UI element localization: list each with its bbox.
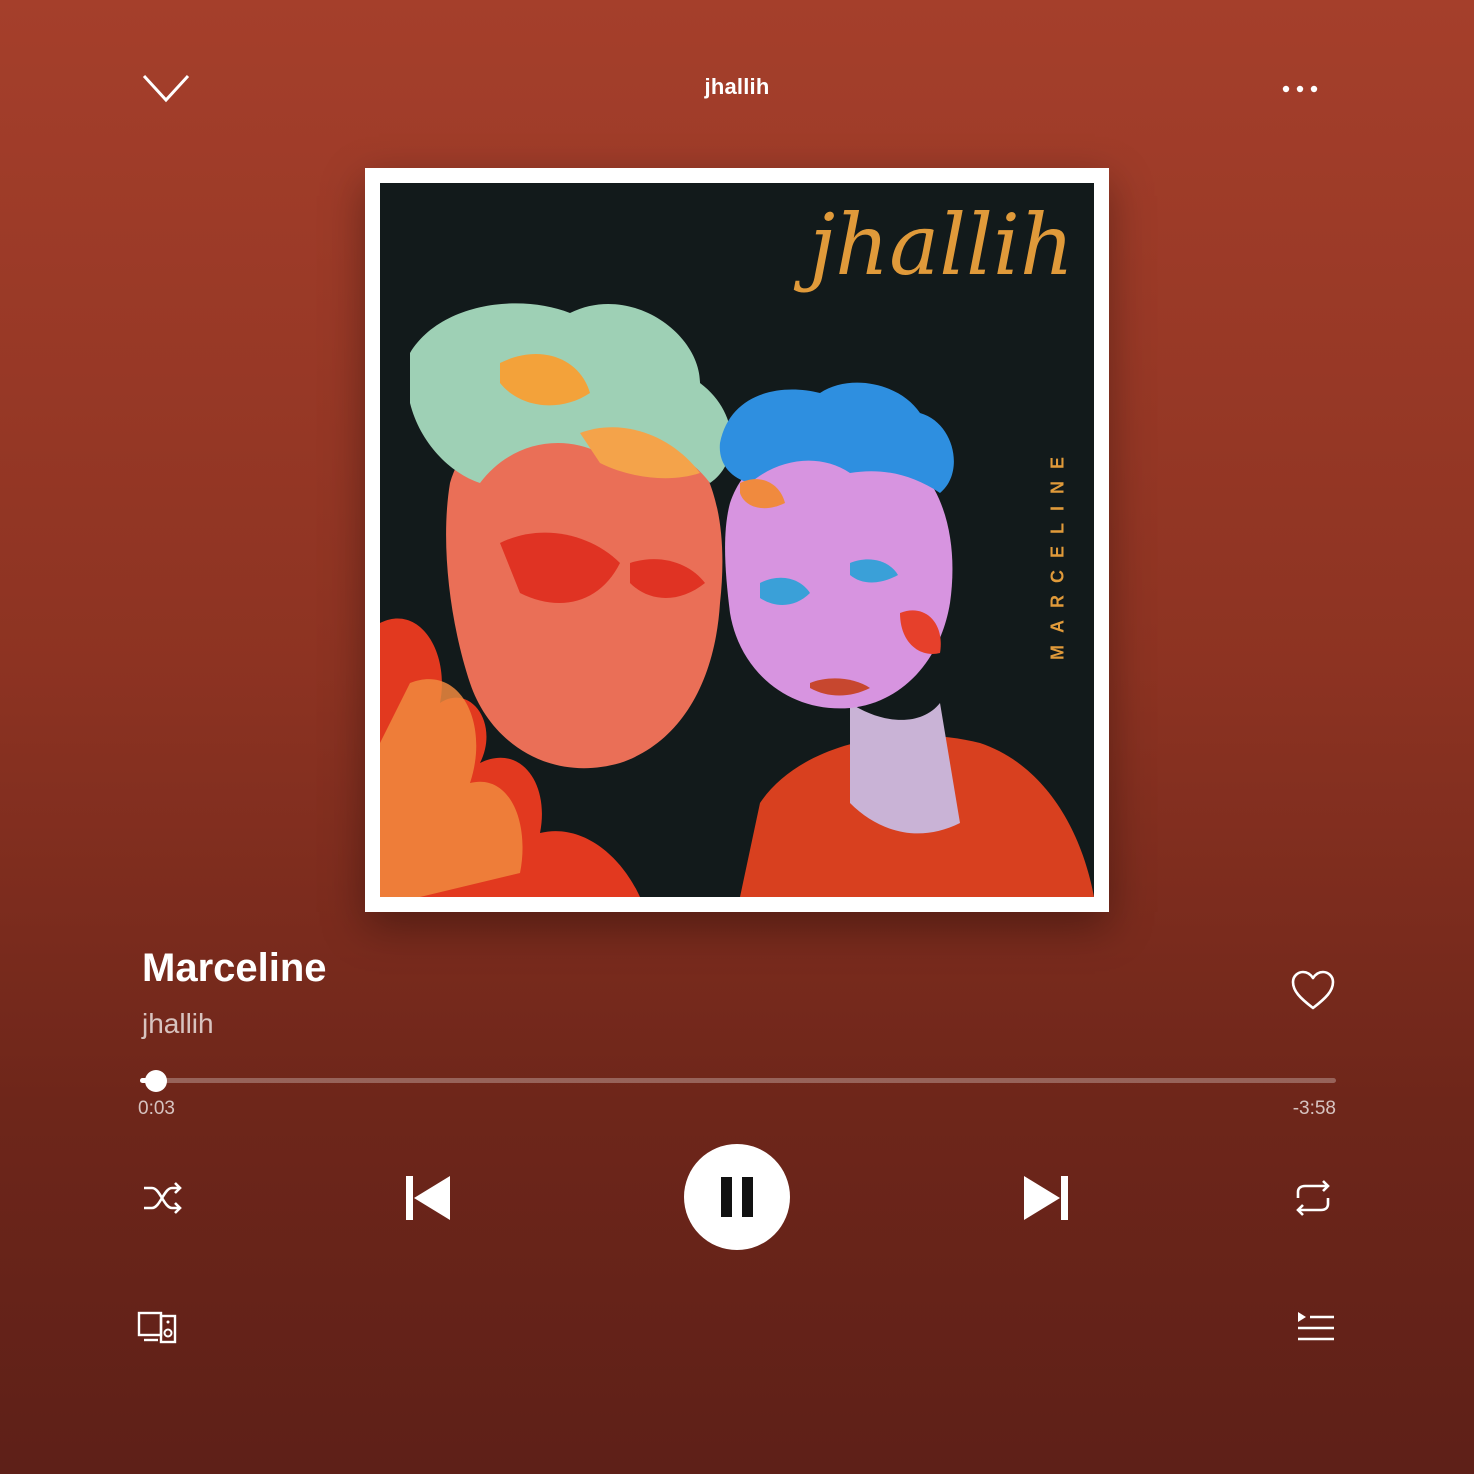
pause-icon xyxy=(721,1177,753,1217)
shuffle-icon[interactable] xyxy=(140,1176,184,1220)
album-art-frame: jhallih MARCELINE xyxy=(365,168,1109,912)
album-art-vertical-title: MARCELINE xyxy=(1047,445,1068,661)
connect-devices-icon[interactable] xyxy=(136,1308,180,1346)
elapsed-time: 0:03 xyxy=(138,1098,175,1119)
track-artist[interactable]: jhallih xyxy=(142,1008,214,1040)
more-options-icon[interactable] xyxy=(1276,72,1324,106)
skip-next-icon[interactable] xyxy=(1018,1170,1074,1226)
context-title: jhallih xyxy=(704,74,770,99)
playback-progress-slider[interactable] xyxy=(140,1070,1336,1092)
queue-icon[interactable] xyxy=(1294,1308,1336,1346)
play-pause-button[interactable] xyxy=(684,1144,790,1250)
track-title[interactable]: Marceline xyxy=(142,946,327,991)
remaining-time: -3:58 xyxy=(1292,1098,1336,1119)
progress-track xyxy=(140,1078,1336,1083)
repeat-icon[interactable] xyxy=(1290,1176,1336,1220)
progress-knob[interactable] xyxy=(144,1070,167,1092)
album-art-artist-script: jhallih xyxy=(809,196,1074,294)
album-art: jhallih MARCELINE xyxy=(380,183,1094,897)
heart-icon[interactable] xyxy=(1288,966,1338,1016)
player-header: jhallih xyxy=(0,0,1474,180)
skip-previous-icon[interactable] xyxy=(400,1170,456,1226)
